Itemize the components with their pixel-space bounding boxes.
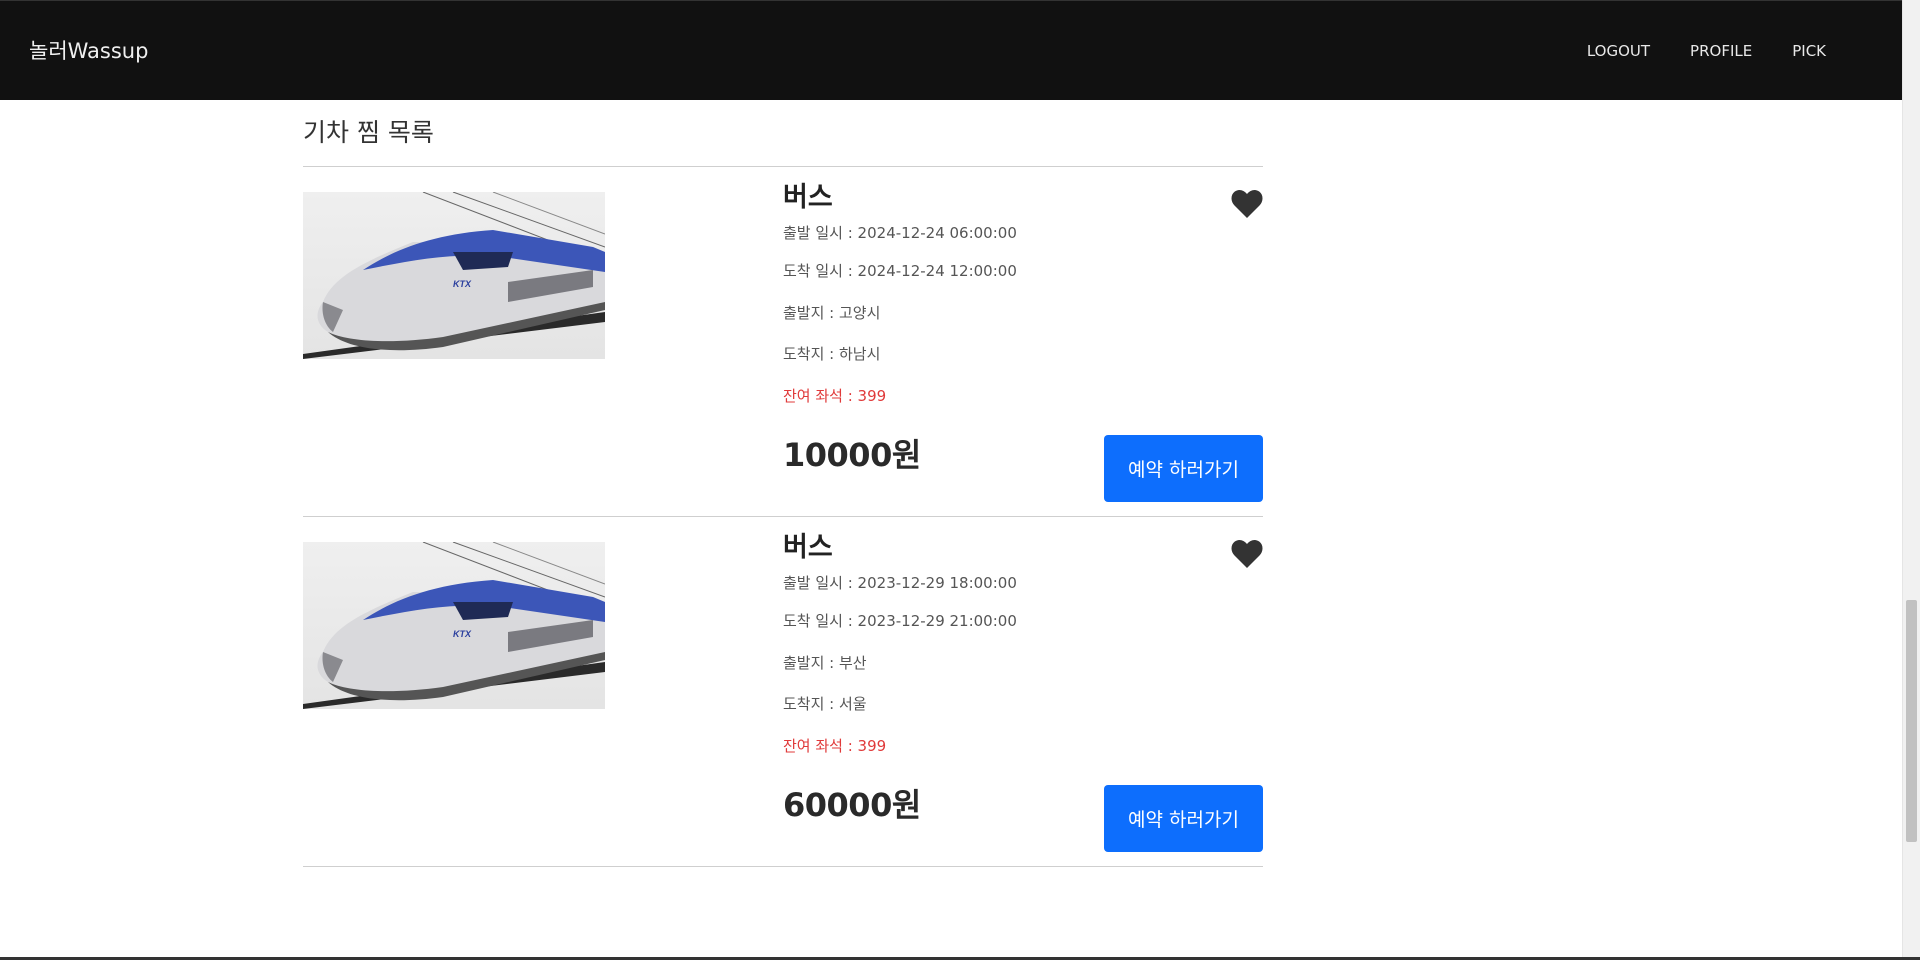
item-info: 버스 출발 일시 : 2023-12-29 18:00:00 도착 일시 : 2… <box>783 531 1263 767</box>
remaining-seats: 잔여 좌석 : 399 <box>783 386 887 405</box>
train-image: KTX <box>303 192 605 359</box>
item-price: 10000원 <box>783 436 921 474</box>
item-price: 60000원 <box>783 786 921 824</box>
scrollbar-thumb[interactable] <box>1906 600 1917 842</box>
nav-pick[interactable]: PICK <box>1792 42 1826 60</box>
heart-icon[interactable] <box>1231 189 1263 219</box>
remaining-seats: 잔여 좌석 : 399 <box>783 736 887 755</box>
top-navbar: 놀러Wassup LOGOUT PROFILE PICK <box>0 0 1902 100</box>
list-item: KTX 버스 출발 일시 : 2023-12-29 18:00:00 도착 일시… <box>303 517 1263 867</box>
arrival-time: 도착 일시 : 2024-12-24 12:00:00 <box>783 262 1017 280</box>
nav-logout[interactable]: LOGOUT <box>1587 42 1650 60</box>
origin: 출발지 : 부산 <box>783 653 867 672</box>
item-title: 버스 <box>783 532 833 563</box>
main-content: 기차 찜 목록 KTX 버스 출발 일시: 2024-12-24 06:00:… <box>303 100 1263 867</box>
departure-time: 출발 일시 : 2023-12-29 18:00:00 <box>783 574 1017 592</box>
train-illustration: KTX <box>303 542 605 709</box>
arrival-time: 도착 일시 : 2023-12-29 21:00:00 <box>783 612 1017 630</box>
origin: 출발지 : 고양시 <box>783 303 881 322</box>
train-image: KTX <box>303 542 605 709</box>
page-title: 기차 찜 목록 <box>303 100 1263 167</box>
heart-icon[interactable] <box>1231 539 1263 569</box>
item-title: 버스 <box>783 182 833 213</box>
reserve-button[interactable]: 예약 하러가기 <box>1104 435 1263 502</box>
train-illustration: KTX <box>303 192 605 359</box>
train-logo-text: KTX <box>453 629 472 639</box>
app-viewport: 놀러Wassup LOGOUT PROFILE PICK 기차 찜 목록 KTX… <box>0 0 1920 960</box>
list-item: KTX 버스 출발 일시 : 2024-12-24 06:00:00 도착 일시… <box>303 167 1263 517</box>
destination: 도착지 : 하남시 <box>783 345 881 363</box>
reserve-button[interactable]: 예약 하러가기 <box>1104 785 1263 852</box>
vertical-scrollbar[interactable] <box>1902 0 1920 960</box>
nav-profile[interactable]: PROFILE <box>1690 42 1752 60</box>
main-nav: LOGOUT PROFILE PICK <box>1587 42 1826 60</box>
brand-logo[interactable]: 놀러Wassup <box>29 35 148 65</box>
departure-time: 출발 일시 : 2024-12-24 06:00:00 <box>783 224 1017 242</box>
train-logo-text: KTX <box>453 279 472 289</box>
item-info: 버스 출발 일시 : 2024-12-24 06:00:00 도착 일시 : 2… <box>783 181 1263 417</box>
destination: 도착지 : 서울 <box>783 695 867 713</box>
